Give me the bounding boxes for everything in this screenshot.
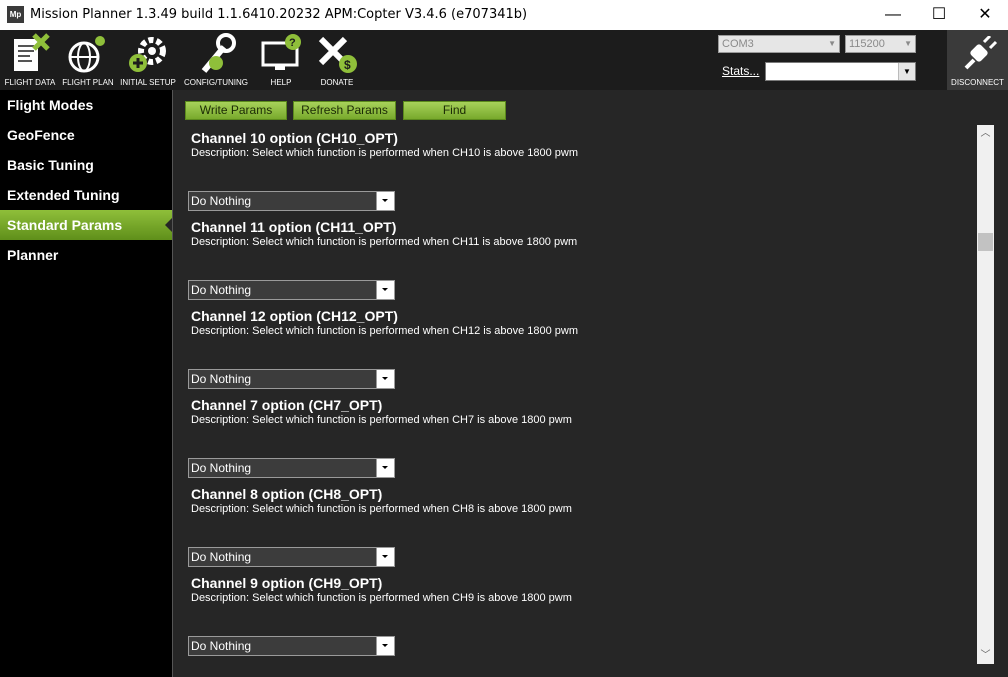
stats-link[interactable]: Stats... xyxy=(722,64,759,78)
param-title: Channel 12 option (CH12_OPT) xyxy=(191,308,398,324)
param-description: Description: Select which function is pe… xyxy=(191,325,579,337)
param-title: Channel 8 option (CH8_OPT) xyxy=(191,486,383,502)
flight-data-icon xyxy=(14,33,50,71)
svg-text:?: ? xyxy=(289,37,296,49)
chevron-down-icon xyxy=(376,192,394,210)
param-description: Description: Select which function is pe… xyxy=(191,414,572,426)
find-button[interactable]: Find xyxy=(403,101,506,120)
flight-data-button[interactable]: FLIGHT DATA xyxy=(2,30,58,90)
config-tuning-button[interactable]: CONFIG/TUNING xyxy=(181,30,251,90)
param-value-select[interactable]: Do Nothing xyxy=(188,547,395,567)
chevron-down-icon xyxy=(376,459,394,477)
close-button[interactable]: ✕ xyxy=(962,0,1008,30)
sidebar-item-extended-tuning[interactable]: Extended Tuning xyxy=(0,180,172,210)
maximize-button[interactable]: ☐ xyxy=(916,0,962,30)
sidebar-item-label: Flight Modes xyxy=(7,97,94,113)
param-value: Do Nothing xyxy=(191,550,252,564)
param-value: Do Nothing xyxy=(191,194,252,208)
port-value: COM3 xyxy=(722,38,754,50)
main-toolbar: FLIGHT DATA FLIGHT PLAN INITIAL SETUP CO… xyxy=(0,30,1008,90)
param-title: Channel 7 option (CH7_OPT) xyxy=(191,397,383,413)
sidebar-item-standard-params[interactable]: Standard Params xyxy=(0,210,172,240)
param-value-select[interactable]: Do Nothing xyxy=(188,191,395,211)
sidebar-item-label: Standard Params xyxy=(7,217,123,233)
flight-plan-button[interactable]: FLIGHT PLAN xyxy=(60,30,116,90)
stats-select[interactable]: ▼ xyxy=(765,62,916,81)
param-row: Channel 11 option (CH11_OPT) Description… xyxy=(191,219,971,249)
chevron-down-icon: ▼ xyxy=(898,63,915,80)
sidebar-item-basic-tuning[interactable]: Basic Tuning xyxy=(0,150,172,180)
port-select[interactable]: COM3 ▼ xyxy=(718,35,840,53)
svg-text:$: $ xyxy=(344,58,351,72)
window-title: Mission Planner 1.3.49 build 1.1.6410.20… xyxy=(30,7,528,22)
app-logo: Mp xyxy=(7,6,24,23)
initial-setup-icon xyxy=(129,37,166,72)
scroll-up-icon[interactable]: ︿ xyxy=(977,125,994,142)
sidebar-item-label: Basic Tuning xyxy=(7,157,94,173)
scrollbar-thumb[interactable] xyxy=(978,233,993,251)
param-description: Description: Select which function is pe… xyxy=(191,147,579,159)
chevron-down-icon xyxy=(376,370,394,388)
param-value: Do Nothing xyxy=(191,461,252,475)
minimize-button[interactable]: — xyxy=(870,0,916,30)
baud-select[interactable]: 115200 ▼ xyxy=(845,35,916,53)
toolbar-label: FLIGHT DATA xyxy=(4,78,56,87)
chevron-down-icon: ▼ xyxy=(828,39,836,48)
param-row: Channel 7 option (CH7_OPT) Description: … xyxy=(191,397,971,427)
config-tuning-icon xyxy=(201,33,236,73)
sidebar-item-planner[interactable]: Planner xyxy=(0,240,172,270)
chevron-down-icon xyxy=(376,637,394,655)
param-row: Channel 12 option (CH12_OPT) Description… xyxy=(191,308,971,338)
param-description: Description: Select which function is pe… xyxy=(191,503,572,515)
active-indicator xyxy=(165,218,172,232)
sidebar-item-label: GeoFence xyxy=(7,127,75,143)
param-row: Channel 8 option (CH8_OPT) Description: … xyxy=(191,486,971,516)
toolbar-label: HELP xyxy=(270,78,292,87)
sidebar-item-flight-modes[interactable]: Flight Modes xyxy=(0,90,172,120)
sidebar-item-label: Extended Tuning xyxy=(7,187,120,203)
scroll-down-icon[interactable]: ﹀ xyxy=(977,647,994,664)
param-title: Channel 11 option (CH11_OPT) xyxy=(191,219,397,235)
chevron-down-icon xyxy=(376,281,394,299)
toolbar-label: DISCONNECT xyxy=(951,78,1004,87)
param-value-select[interactable]: Do Nothing xyxy=(188,280,395,300)
param-title: Channel 10 option (CH10_OPT) xyxy=(191,130,398,146)
sidebar-item-label: Planner xyxy=(7,247,59,263)
donate-button[interactable]: $ DONATE xyxy=(311,30,363,90)
toolbar-label: DONATE xyxy=(320,78,354,87)
param-value: Do Nothing xyxy=(191,639,252,653)
param-row: Channel 10 option (CH10_OPT) Description… xyxy=(191,130,971,160)
help-button[interactable]: ? HELP xyxy=(253,30,309,90)
param-value: Do Nothing xyxy=(191,283,252,297)
initial-setup-button[interactable]: INITIAL SETUP xyxy=(118,30,178,90)
param-row: Channel 9 option (CH9_OPT) Description: … xyxy=(191,575,971,605)
vertical-scrollbar[interactable]: ︿ ﹀ xyxy=(977,125,994,664)
sidebar: Flight Modes GeoFence Basic Tuning Exten… xyxy=(0,90,172,677)
title-bar: Mp Mission Planner 1.3.49 build 1.1.6410… xyxy=(0,0,1008,30)
param-title: Channel 9 option (CH9_OPT) xyxy=(191,575,383,591)
chevron-down-icon: ▼ xyxy=(904,39,912,48)
disconnect-button[interactable]: DISCONNECT xyxy=(947,30,1008,90)
refresh-params-button[interactable]: Refresh Params xyxy=(293,101,396,120)
param-value-select[interactable]: Do Nothing xyxy=(188,636,395,656)
param-description: Description: Select which function is pe… xyxy=(191,592,572,604)
baud-value: 115200 xyxy=(849,38,885,50)
params-panel: Write Params Refresh Params Find Channel… xyxy=(172,90,1008,677)
sidebar-item-geofence[interactable]: GeoFence xyxy=(0,120,172,150)
flight-plan-icon xyxy=(68,36,105,73)
toolbar-label: INITIAL SETUP xyxy=(120,78,176,87)
param-value: Do Nothing xyxy=(191,372,252,386)
write-params-button[interactable]: Write Params xyxy=(185,101,287,120)
chevron-down-icon xyxy=(376,548,394,566)
param-value-select[interactable]: Do Nothing xyxy=(188,369,395,389)
toolbar-label: FLIGHT PLAN xyxy=(62,78,114,87)
param-description: Description: Select which function is pe… xyxy=(191,236,578,248)
help-icon: ? xyxy=(261,34,301,70)
param-value-select[interactable]: Do Nothing xyxy=(188,458,395,478)
toolbar-label: CONFIG/TUNING xyxy=(184,78,248,87)
plug-icon xyxy=(964,36,998,70)
donate-icon: $ xyxy=(318,36,357,73)
